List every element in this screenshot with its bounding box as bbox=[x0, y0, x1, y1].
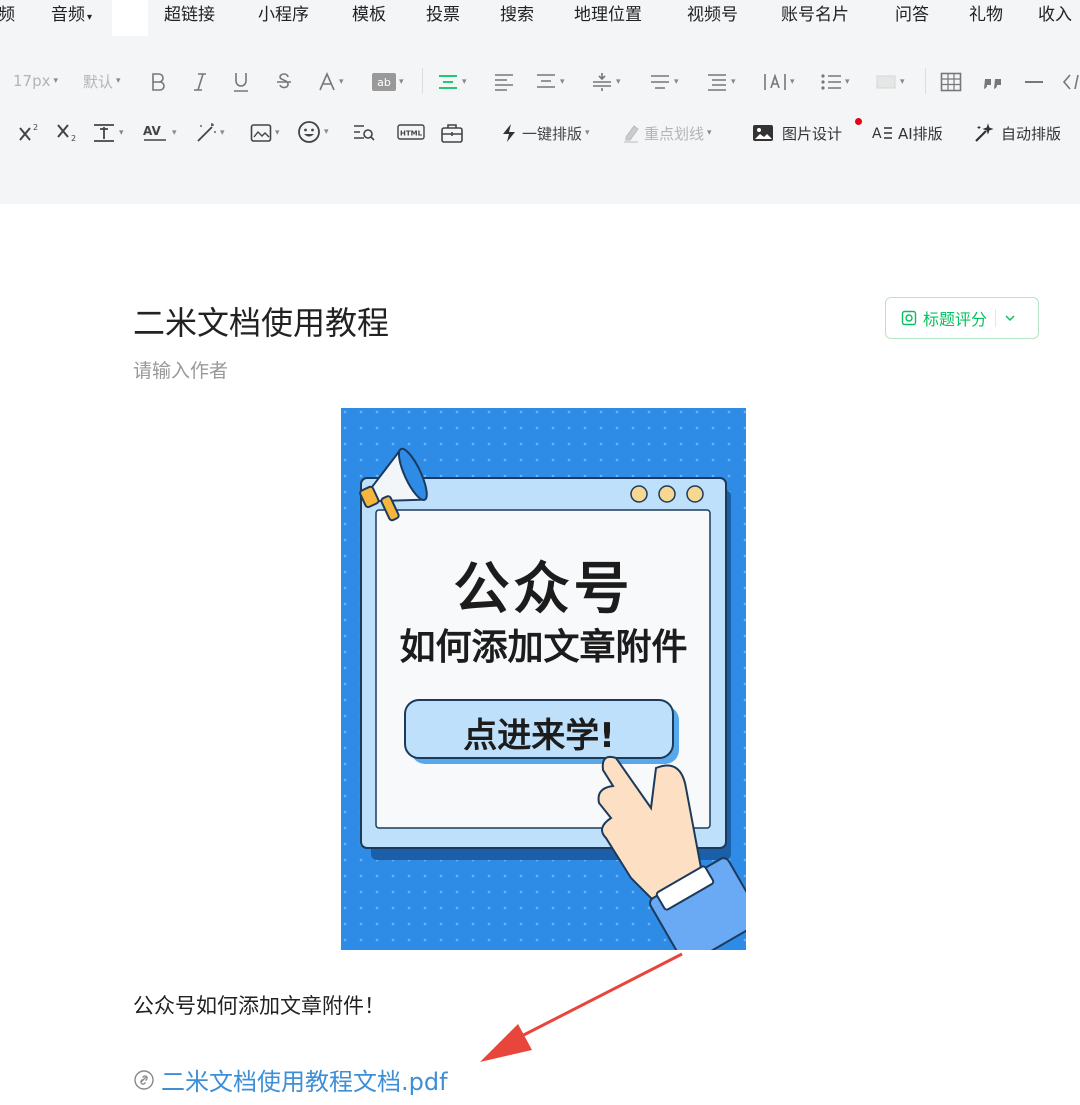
author-input[interactable]: 请输入作者 bbox=[133, 356, 228, 383]
button-divider bbox=[995, 309, 997, 327]
align-center-icon[interactable]: ▾ bbox=[437, 70, 467, 94]
image-edit-icon[interactable]: ▾ bbox=[250, 121, 280, 145]
poster-headline: 公众号 bbox=[453, 557, 634, 622]
insert-menu-bar: 频 音频 ▾ 超链接 小程序 模板 投票 搜索 地理位置 视频号 账号名片 问答 … bbox=[0, 0, 1080, 36]
auto-layout-button[interactable]: 自动排版 bbox=[973, 121, 1061, 145]
chevron-down-icon[interactable] bbox=[1004, 312, 1016, 324]
svg-text:HTML: HTML bbox=[400, 130, 423, 138]
letter-spacing-icon[interactable]: ▾ bbox=[649, 70, 679, 94]
html-icon[interactable]: HTML bbox=[397, 121, 425, 145]
column-icon[interactable]: ▾ bbox=[875, 70, 905, 94]
font-size-select[interactable]: 17px ▾ bbox=[13, 69, 58, 93]
font-family-value: 默认 bbox=[83, 72, 114, 91]
auto-layout-label: 自动排版 bbox=[1001, 124, 1062, 143]
background-color-icon[interactable]: ab ▾ bbox=[372, 70, 404, 94]
magic-sparkle-icon bbox=[975, 123, 994, 142]
one-key-layout-button[interactable]: 一键排版 ▾ bbox=[500, 121, 590, 145]
font-color-icon[interactable]: ▾ bbox=[318, 70, 344, 94]
menu-item-hyperlink[interactable]: 超链接 bbox=[164, 0, 215, 26]
text-indent-icon[interactable]: ▾ bbox=[706, 70, 736, 94]
menu-item-template[interactable]: 模板 bbox=[352, 0, 386, 26]
line-height-icon[interactable]: ▾ bbox=[591, 70, 621, 94]
menu-item-qa[interactable]: 问答 bbox=[895, 0, 929, 26]
paragraph-spacing-icon[interactable]: ▾ bbox=[535, 70, 565, 94]
ai-layout-button[interactable]: A AI排版 bbox=[872, 121, 943, 145]
subscript-icon[interactable]: 2 bbox=[56, 120, 80, 144]
menu-item-video-channel[interactable]: 视频号 bbox=[687, 0, 738, 26]
svg-text:A: A bbox=[872, 126, 882, 142]
quote-icon[interactable] bbox=[982, 70, 1004, 94]
attachment-filename: 二米文档使用教程文档.pdf bbox=[161, 1068, 448, 1096]
format-toolbar bbox=[0, 36, 1080, 204]
highlight-line-button[interactable]: 重点划线 ▾ bbox=[622, 121, 712, 145]
image-design-button[interactable]: 图片设计 bbox=[752, 121, 842, 145]
article-cover-image[interactable]: 公众号 如何添加文章附件 点进来学! bbox=[341, 408, 746, 950]
svg-text:2: 2 bbox=[33, 123, 38, 132]
menu-item-miniprogram[interactable]: 小程序 bbox=[258, 0, 309, 26]
image-icon bbox=[753, 125, 773, 141]
toolbox-icon[interactable] bbox=[440, 121, 464, 145]
menu-item-audio[interactable]: 音频 ▾ bbox=[51, 0, 92, 26]
underline-icon[interactable] bbox=[233, 70, 249, 94]
font-family-select[interactable]: 默认 ▾ bbox=[83, 69, 121, 93]
menu-item-video[interactable]: 频 bbox=[0, 0, 15, 26]
svg-text:AV: AV bbox=[143, 124, 161, 138]
menu-item-location[interactable]: 地理位置 bbox=[574, 0, 642, 26]
svg-text:ab: ab bbox=[377, 76, 391, 89]
link-icon bbox=[134, 1069, 154, 1090]
emoji-icon[interactable]: ▾ bbox=[297, 120, 329, 144]
poster-button-text: 点进来学! bbox=[463, 716, 615, 756]
ai-text-icon: A bbox=[872, 126, 892, 142]
toolbar-divider bbox=[422, 68, 423, 94]
menu-item-audio-label: 音频 bbox=[51, 5, 85, 25]
menu-item-account-card[interactable]: 账号名片 bbox=[781, 0, 849, 26]
table-icon[interactable] bbox=[940, 70, 962, 94]
one-key-layout-label: 一键排版 bbox=[522, 124, 583, 143]
italic-icon[interactable] bbox=[193, 70, 207, 94]
menu-item-vote[interactable]: 投票 bbox=[426, 0, 460, 26]
list-icon[interactable]: ▾ bbox=[820, 70, 850, 94]
divider-icon[interactable] bbox=[1024, 70, 1044, 94]
new-feature-dot bbox=[855, 118, 862, 125]
code-icon[interactable] bbox=[1062, 70, 1080, 94]
font-size-value: 17px bbox=[13, 72, 51, 90]
text-box-icon[interactable]: ▾ bbox=[763, 70, 795, 94]
svg-text:2: 2 bbox=[71, 134, 76, 143]
letter-spacing-av-icon[interactable]: AV ▾ bbox=[143, 121, 177, 145]
indent-icon[interactable] bbox=[493, 70, 515, 94]
menu-item-audio-caret: ▾ bbox=[87, 12, 93, 23]
ai-layout-label: AI排版 bbox=[898, 124, 943, 143]
clear-format-icon[interactable]: ▾ bbox=[92, 121, 124, 145]
attachment-link[interactable]: 二米文档使用教程文档.pdf bbox=[133, 1062, 448, 1097]
superscript-icon[interactable]: 2 bbox=[18, 120, 42, 144]
article-paragraph[interactable]: 公众号如何添加文章附件！ bbox=[133, 990, 385, 1020]
highlight-line-label: 重点划线 bbox=[644, 124, 705, 143]
menu-item-search[interactable]: 搜索 bbox=[500, 0, 534, 26]
strikethrough-icon[interactable] bbox=[276, 70, 292, 94]
title-score-button[interactable]: 标题评分 bbox=[885, 297, 1039, 339]
menu-item-income[interactable]: 收入 bbox=[1038, 0, 1072, 26]
annotation-arrow-icon bbox=[480, 952, 683, 1062]
menu-separator-tab bbox=[112, 0, 148, 36]
editor-screen: 频 音频 ▾ 超链接 小程序 模板 投票 搜索 地理位置 视频号 账号名片 问答 … bbox=[0, 0, 1080, 1105]
score-icon bbox=[901, 310, 917, 326]
bold-icon[interactable] bbox=[150, 70, 166, 94]
menu-item-gift[interactable]: 礼物 bbox=[969, 0, 1003, 26]
lightning-icon bbox=[503, 124, 515, 142]
highlighter-icon bbox=[624, 125, 639, 143]
toolbar-divider bbox=[925, 68, 926, 94]
title-score-label: 标题评分 bbox=[923, 310, 988, 329]
article-title[interactable]: 二米文档使用教程 bbox=[133, 298, 389, 344]
magic-wand-icon[interactable]: ▾ bbox=[195, 121, 225, 145]
image-design-label: 图片设计 bbox=[782, 124, 843, 143]
find-replace-icon[interactable] bbox=[352, 121, 376, 145]
poster-subheadline: 如何添加文章附件 bbox=[399, 627, 688, 668]
